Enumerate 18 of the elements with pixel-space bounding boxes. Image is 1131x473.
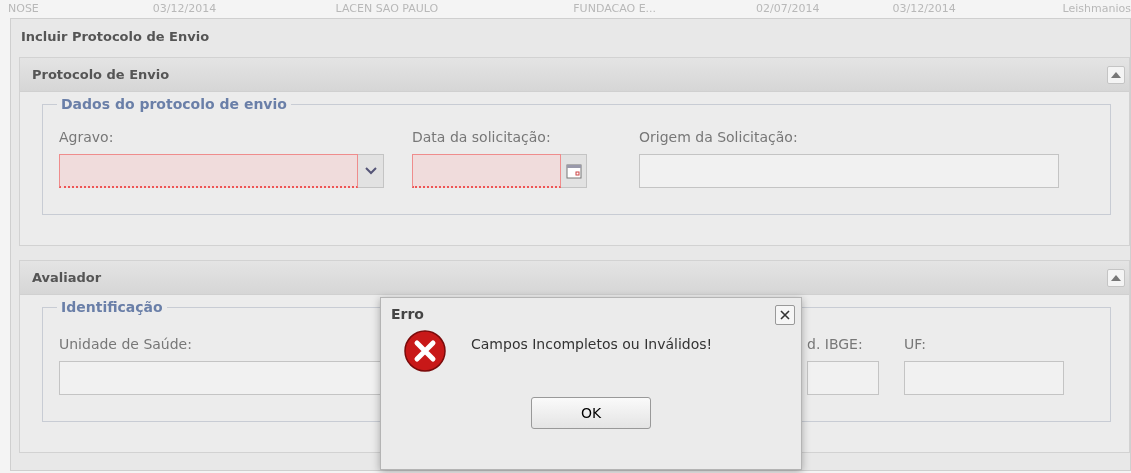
table-cell-text: FUNDACAO E... [572,1,658,17]
field-label: Origem da Solicitação: [639,128,798,147]
dialog-title: Erro [391,305,424,324]
table-cell-text: LACEN SAO PAULO [334,1,440,17]
field-label: UF: [904,335,926,354]
table-cell-text: 03/12/2014 [891,1,957,17]
table-cell-text: 02/07/2014 [755,1,821,17]
error-message: Campos Incompletos ou Inválidos! [471,334,713,354]
panel-title: Avaliador [32,268,102,287]
window-title: Incluir Protocolo de Envio [20,28,211,46]
table-cell-text: 03/12/2014 [151,1,218,17]
field-label: Data da solicitação: [412,128,551,147]
panel-title: Protocolo de Envio [32,65,170,84]
field-label: Agravo: [59,128,114,147]
field-label: d. IBGE: [807,335,863,354]
table-cell-text: Leishmanios [1061,1,1131,17]
field-label: Unidade de Saúde: [59,335,192,354]
table-cell-text: NOSE [7,1,40,17]
